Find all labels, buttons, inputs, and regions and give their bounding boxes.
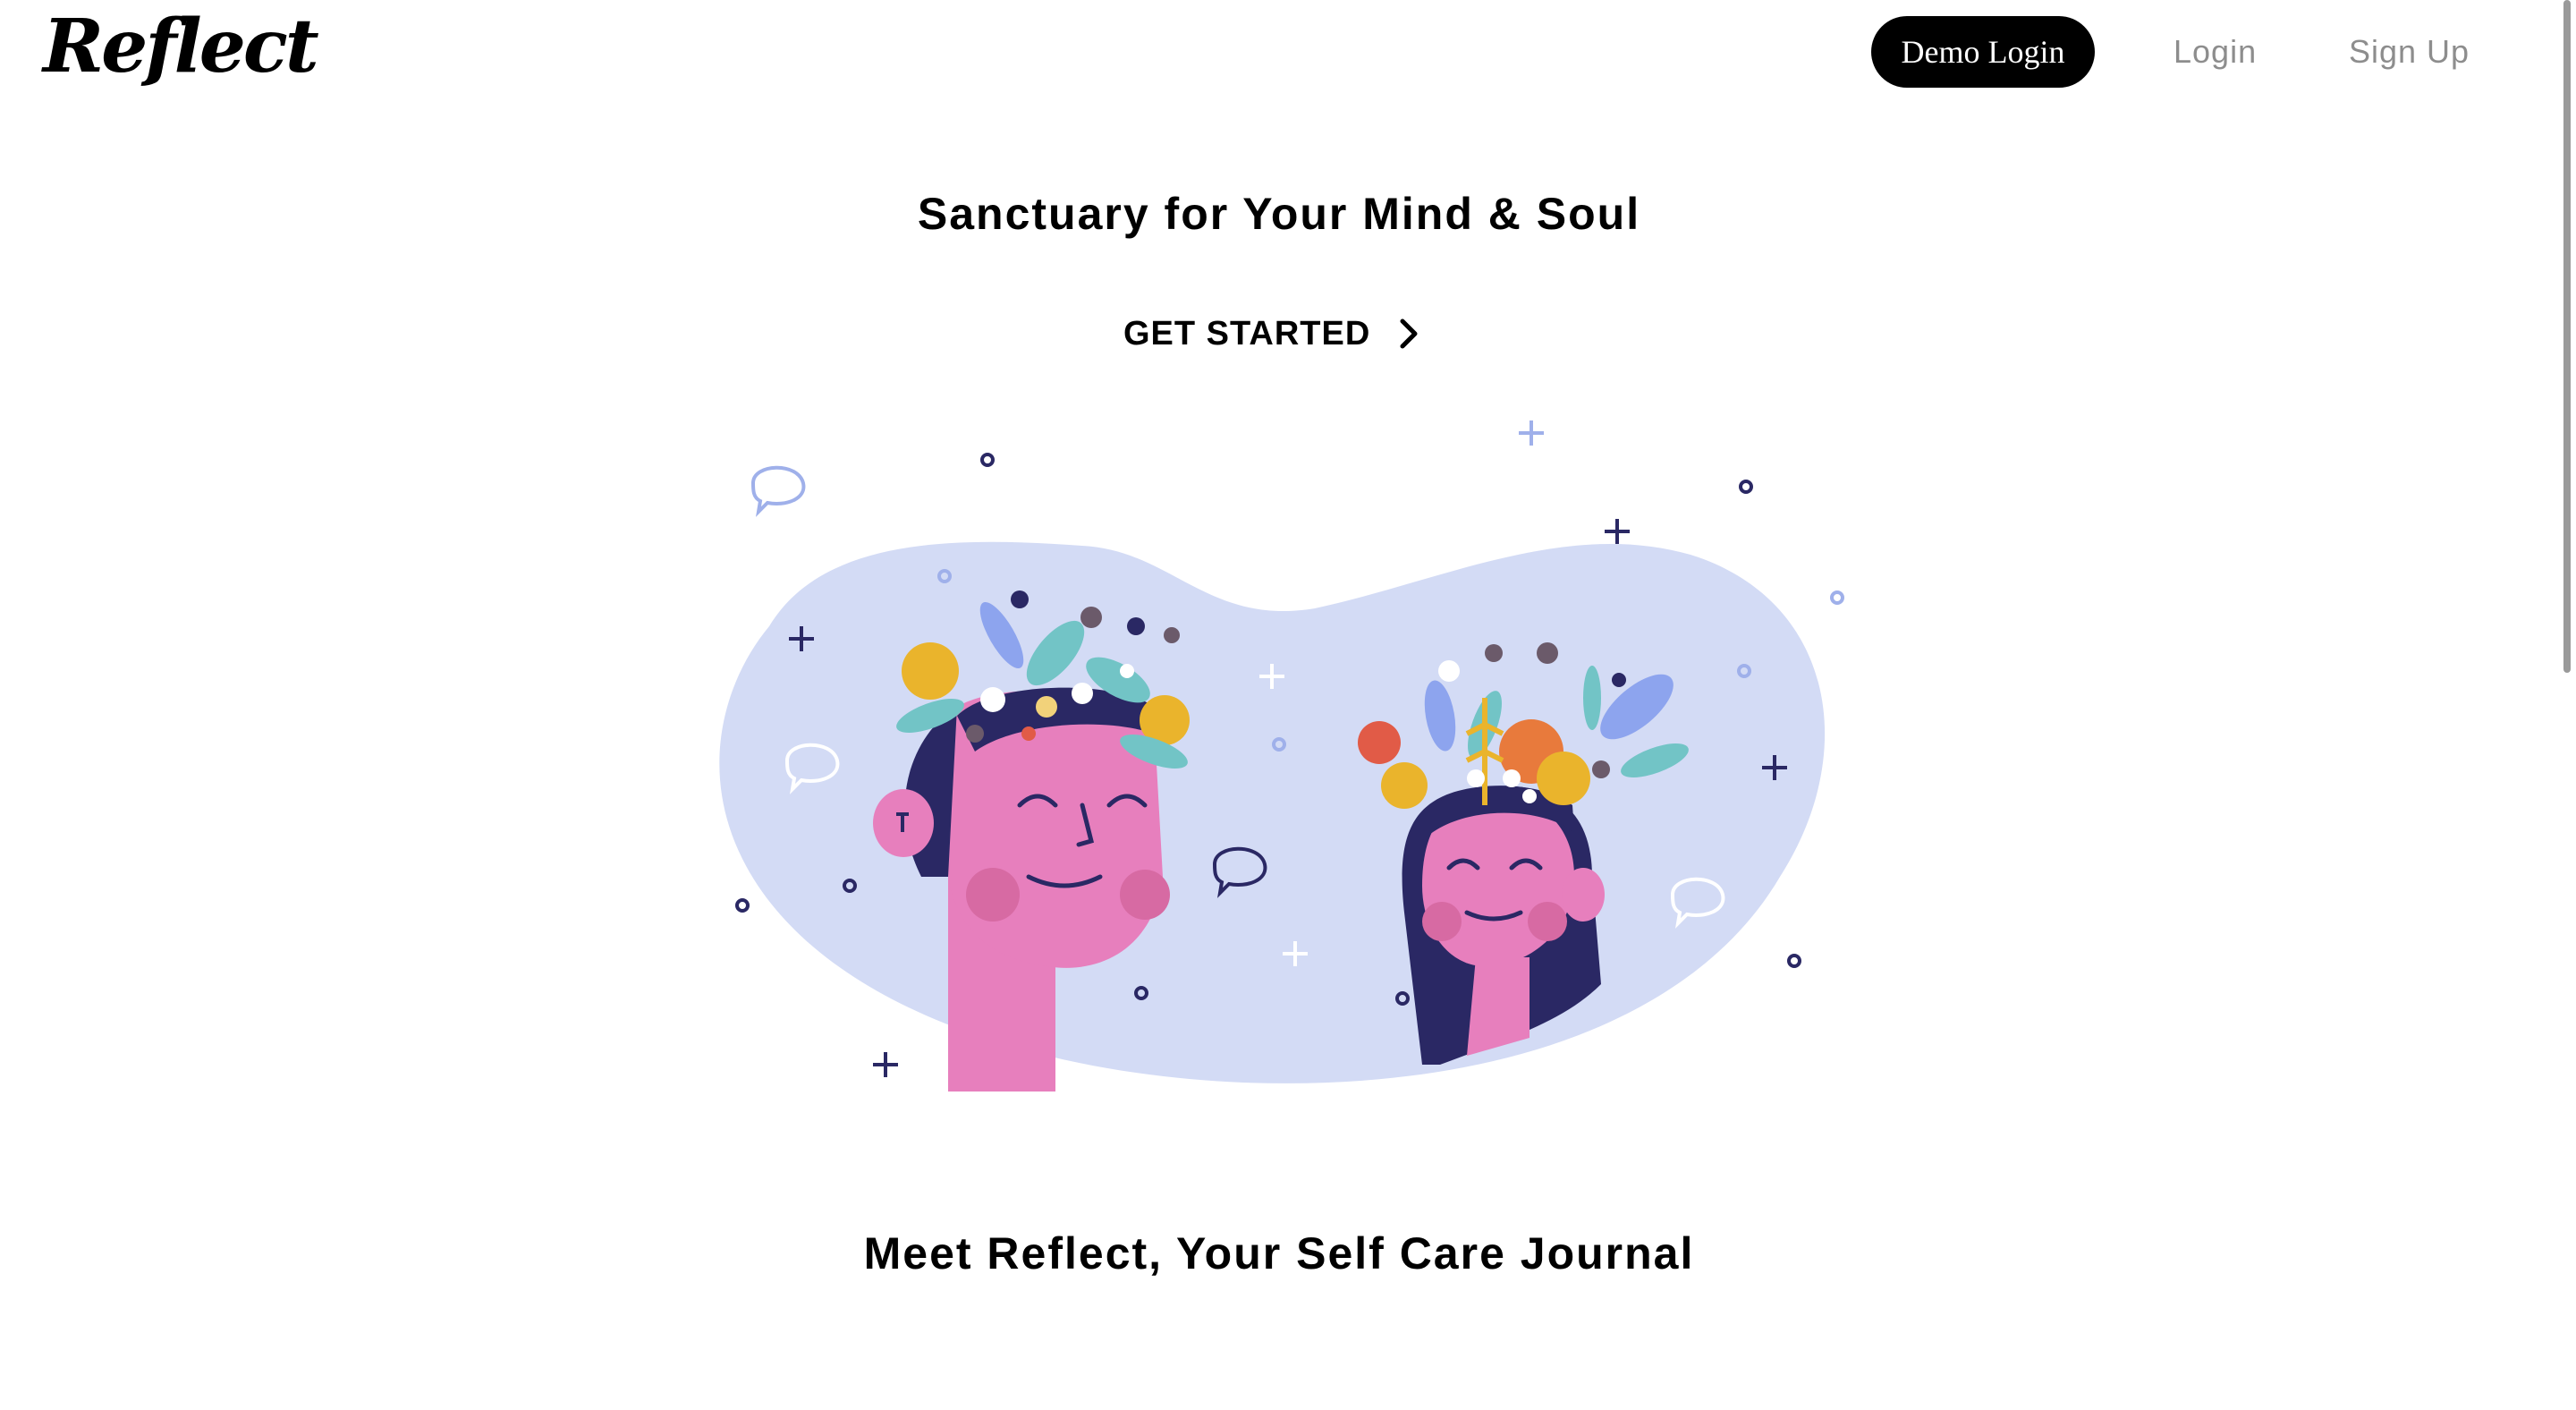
scrollbar-thumb[interactable]	[2563, 0, 2571, 673]
section-title: Meet Reflect, Your Self Care Journal	[863, 1228, 1695, 1278]
landing-page: Reflect Demo Login Login Sign Up Sanctua…	[0, 0, 2576, 1410]
chevron-right-icon	[1400, 319, 1418, 349]
get-started-button[interactable]: GET STARTED	[1123, 308, 1422, 360]
reflect-logo[interactable]: Reflect	[43, 4, 319, 89]
login-link[interactable]: Login	[2174, 16, 2257, 88]
sign-up-link[interactable]: Sign Up	[2349, 16, 2470, 88]
two-heads-with-flowers-illustration	[719, 420, 1844, 1091]
scrollbar[interactable]	[2558, 0, 2576, 1410]
demo-login-button[interactable]: Demo Login	[1871, 16, 2095, 88]
get-started-label: GET STARTED	[1123, 314, 1371, 352]
hero-title: Sanctuary for Your Mind & Soul	[917, 189, 1641, 239]
